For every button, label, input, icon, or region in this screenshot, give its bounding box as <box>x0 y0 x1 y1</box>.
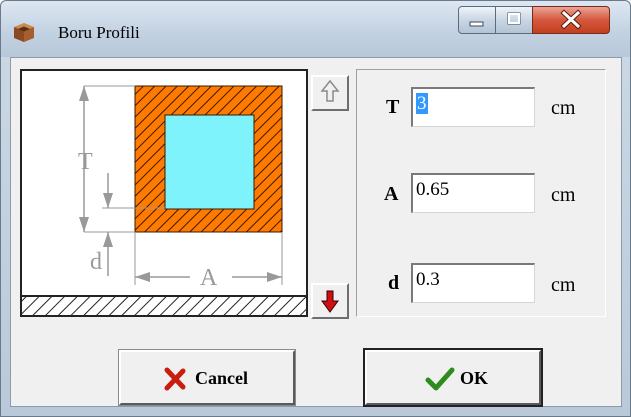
ok-label: OK <box>460 368 489 388</box>
cross-section-drawing: T d A <box>22 85 306 315</box>
dimension-label-d: d <box>90 249 102 275</box>
dimension-label-t: T <box>78 149 93 175</box>
field-label-a: A <box>384 183 399 205</box>
minimize-icon <box>469 21 484 27</box>
t-input-value: 3 <box>416 93 428 114</box>
close-icon <box>560 9 582 30</box>
window-title: Boru Profili <box>58 23 140 42</box>
field-label-d: d <box>388 272 400 294</box>
dialog-client-area: T d A T 3 cm A 0.65 cm d 0.3 cm Cancel O… <box>10 57 622 407</box>
move-down-button[interactable] <box>311 283 349 319</box>
dimension-input-panel: T 3 cm A 0.65 cm d 0.3 cm <box>356 69 606 317</box>
checkmark-icon <box>425 367 455 391</box>
dialog-window: Boru Profili T d A T 3 cm A 0.65 cm d 0.… <box>0 0 631 417</box>
maximize-button[interactable] <box>495 6 533 34</box>
field-label-t: T <box>386 96 400 118</box>
d-unit: cm <box>551 274 576 296</box>
cancel-label: Cancel <box>195 368 248 388</box>
ok-button[interactable]: OK <box>363 348 543 407</box>
minimize-button[interactable] <box>458 6 496 34</box>
pipe-hollow <box>164 114 255 210</box>
ground-hatch <box>22 297 306 315</box>
move-up-button[interactable] <box>311 75 349 111</box>
t-unit: cm <box>551 97 576 119</box>
x-icon <box>164 367 186 391</box>
profile-icon <box>14 23 34 42</box>
d-input[interactable]: 0.3 <box>411 263 535 303</box>
a-input[interactable]: 0.65 <box>411 173 535 213</box>
maximize-icon <box>507 12 521 25</box>
arrow-up-icon <box>320 79 340 102</box>
t-input[interactable]: 3 <box>411 87 535 127</box>
a-input-value: 0.65 <box>416 179 450 200</box>
close-button[interactable] <box>532 6 610 34</box>
arrow-down-icon <box>321 290 339 313</box>
cancel-button[interactable]: Cancel <box>118 349 296 406</box>
dimension-label-a: A <box>200 265 218 291</box>
a-unit: cm <box>551 184 576 206</box>
d-input-value: 0.3 <box>416 269 440 290</box>
title-bar[interactable]: Boru Profili <box>1 1 630 57</box>
pipe-profile-diagram: T d A <box>20 69 308 317</box>
